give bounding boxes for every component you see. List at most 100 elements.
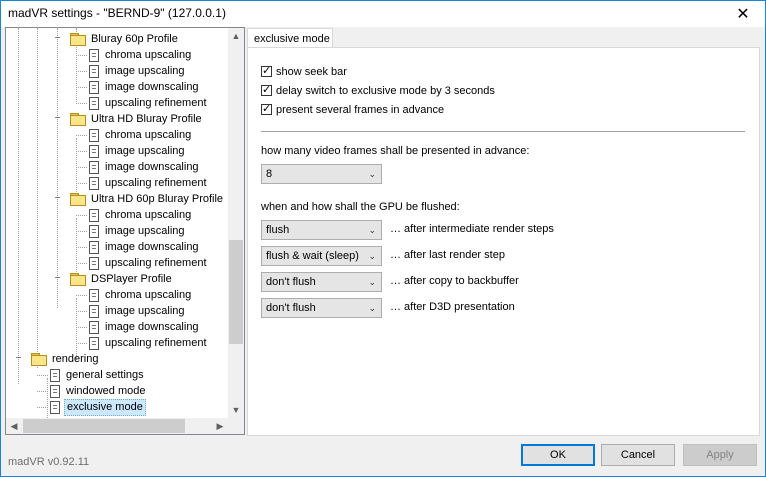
tree-page-node[interactable]: chroma upscaling <box>89 287 193 303</box>
page-icon <box>89 240 99 254</box>
tree-node-label: image upscaling <box>105 64 185 77</box>
folder-icon <box>31 353 47 366</box>
tree-folder-node[interactable]: DSPlayer Profile <box>70 271 174 287</box>
show-seek-bar-option[interactable]: show seek bar <box>261 64 347 79</box>
tree-page-node[interactable]: chroma upscaling <box>89 207 193 223</box>
tab-exclusive-mode[interactable]: exclusive mode <box>247 28 333 48</box>
chevron-down-icon: ⌄ <box>368 169 376 179</box>
tree-folder-node[interactable]: rendering <box>31 351 100 367</box>
tree-connector <box>76 247 87 248</box>
tree-node-label: image upscaling <box>105 304 185 317</box>
scroll-right-icon[interactable]: ▶ <box>212 418 228 434</box>
tree-node-label: Bluray 60p Profile <box>91 32 178 45</box>
tree-page-node[interactable]: general settings <box>50 367 146 383</box>
page-icon <box>89 224 99 238</box>
delay-switch-label: delay switch to exclusive mode by 3 seco… <box>276 84 495 97</box>
tree-page-node[interactable]: image downscaling <box>89 79 201 95</box>
scroll-up-icon[interactable]: ▲ <box>228 28 244 44</box>
cancel-button[interactable]: Cancel <box>601 444 675 466</box>
scroll-down-icon[interactable]: ▼ <box>228 402 244 418</box>
flush-d3d-select[interactable]: don't flush ⌄ <box>261 298 382 318</box>
present-frames-checkbox[interactable] <box>261 102 272 115</box>
delay-switch-checkbox[interactable] <box>261 83 272 96</box>
tree-connector <box>76 215 87 216</box>
tree-collapse-icon[interactable]: − <box>53 114 62 124</box>
tree-node-label: chroma upscaling <box>105 208 192 221</box>
tree-page-node[interactable]: image upscaling <box>89 63 187 79</box>
flush-last-step-value: flush & wait (sleep) <box>266 250 359 262</box>
tree-node-label: chroma upscaling <box>105 48 192 61</box>
tree-node-label: general settings <box>66 368 144 381</box>
delay-switch-option[interactable]: delay switch to exclusive mode by 3 seco… <box>261 83 495 98</box>
tree-connector <box>76 151 87 152</box>
tree-connector <box>37 375 48 376</box>
tree-page-node[interactable]: chroma upscaling <box>89 127 193 143</box>
tree-page-node[interactable]: chroma upscaling <box>89 47 193 63</box>
tree-node-label: upscaling refinement <box>105 336 207 349</box>
frames-in-advance-value: 8 <box>266 168 273 180</box>
frames-in-advance-select[interactable]: 8 ⌄ <box>261 164 382 184</box>
tree-page-node[interactable]: image upscaling <box>89 303 187 319</box>
tree-guide-line <box>37 28 38 368</box>
window-title: madVR settings - "BERND-9" (127.0.0.1) <box>8 6 226 20</box>
tree-collapse-icon[interactable]: − <box>14 354 23 364</box>
ok-button[interactable]: OK <box>521 444 595 466</box>
tree-horizontal-scrollbar[interactable]: ◀ ▶ <box>6 418 228 434</box>
scroll-left-icon[interactable]: ◀ <box>6 418 22 434</box>
version-label: madVR v0.92.11 <box>8 456 90 468</box>
tree-page-node[interactable]: upscaling refinement <box>89 95 209 111</box>
tree-page-node[interactable]: image downscaling <box>89 159 201 175</box>
tree-collapse-icon[interactable]: − <box>53 194 62 204</box>
page-icon <box>89 80 99 94</box>
tree-folder-node[interactable]: Ultra HD 60p Bluray Profile <box>70 191 225 207</box>
horizontal-scroll-thumb[interactable] <box>23 419 185 433</box>
tree-page-node[interactable]: image downscaling <box>89 239 201 255</box>
tree-page-node[interactable]: upscaling refinement <box>89 175 209 191</box>
present-frames-label: present several frames in advance <box>276 103 445 116</box>
tree-node-label: Ultra HD Bluray Profile <box>91 112 202 125</box>
tree-node-label: Ultra HD 60p Bluray Profile <box>91 192 224 205</box>
show-seek-bar-checkbox[interactable] <box>261 64 272 77</box>
page-icon <box>89 64 99 78</box>
apply-button[interactable]: Apply <box>683 444 757 466</box>
tree-page-node[interactable]: windowed mode <box>50 383 148 399</box>
present-frames-option[interactable]: present several frames in advance <box>261 102 444 117</box>
tree-node-label: DSPlayer Profile <box>91 272 172 285</box>
tree-page-node[interactable]: upscaling refinement <box>89 335 209 351</box>
tree-node-label: image downscaling <box>105 240 199 253</box>
tree-node-label: image downscaling <box>105 160 199 173</box>
tree-connector <box>37 407 48 408</box>
flush-last-step-select[interactable]: flush & wait (sleep) ⌄ <box>261 246 382 266</box>
tree-page-node[interactable]: image upscaling <box>89 143 187 159</box>
page-icon <box>89 96 99 110</box>
flush-intermediate-value: flush <box>266 224 290 236</box>
tree-folder-node[interactable]: Bluray 60p Profile <box>70 31 180 47</box>
vertical-scroll-thumb[interactable] <box>229 240 243 344</box>
tree-page-node[interactable]: exclusive mode <box>50 398 146 416</box>
close-icon[interactable]: ✕ <box>721 1 765 27</box>
tree-folder-node[interactable]: Ultra HD Bluray Profile <box>70 111 204 127</box>
tree-node-label: image downscaling <box>105 320 199 333</box>
folder-icon <box>70 193 86 206</box>
chevron-down-icon: ⌄ <box>368 303 376 313</box>
tree-collapse-icon[interactable]: − <box>53 274 62 284</box>
tree-guide-line <box>57 28 58 308</box>
tree-page-node[interactable]: image downscaling <box>89 319 201 335</box>
folder-icon <box>70 273 86 286</box>
flush-intermediate-select[interactable]: flush ⌄ <box>261 220 382 240</box>
tree-page-node[interactable]: image upscaling <box>89 223 187 239</box>
tree-collapse-icon[interactable]: − <box>53 34 62 44</box>
tree-page-node[interactable]: upscaling refinement <box>89 255 209 271</box>
page-icon <box>89 256 99 270</box>
flush-backbuffer-label: … after copy to backbuffer <box>390 275 519 287</box>
flush-d3d-value: don't flush <box>266 302 316 314</box>
tree-vertical-scrollbar[interactable]: ▲ ▼ <box>228 28 244 418</box>
tree-connector <box>76 311 87 312</box>
page-icon <box>89 304 99 318</box>
flush-backbuffer-select[interactable]: don't flush ⌄ <box>261 272 382 292</box>
settings-tree[interactable]: Bluray 60p Profile − chroma upscaling image… <box>6 28 228 418</box>
tree-guide-line <box>47 378 48 418</box>
page-icon <box>89 144 99 158</box>
tree-connector <box>76 183 87 184</box>
page-icon <box>89 320 99 334</box>
